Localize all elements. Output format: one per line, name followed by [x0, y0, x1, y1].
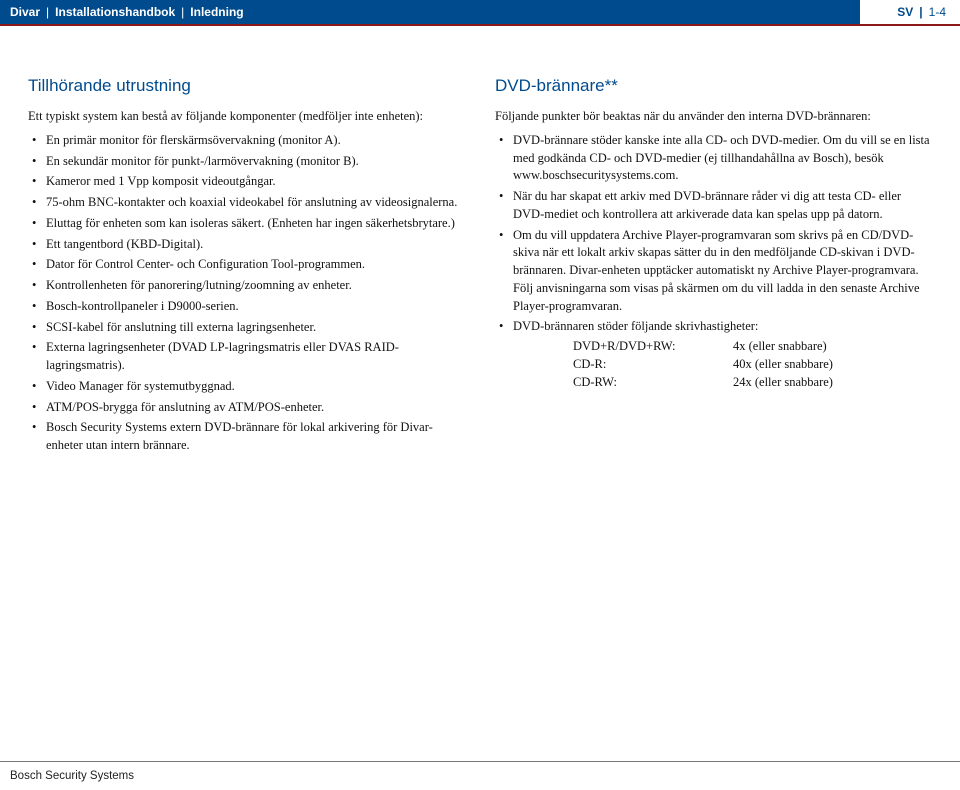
list-item-text: När du har skapat ett arkiv med DVD-brän… [513, 189, 901, 221]
list-item-text: En sekundär monitor för punkt-/larmöverv… [46, 154, 359, 168]
speed-value: 24x (eller snabbare) [733, 374, 833, 392]
list-item: När du har skapat ett arkiv med DVD-brän… [495, 188, 932, 224]
speed-row: CD-R: 40x (eller snabbare) [573, 356, 932, 374]
list-item-text: Video Manager för systemutbyggnad. [46, 379, 235, 393]
list-item-text: Om du vill uppdatera Archive Player-prog… [513, 228, 920, 313]
list-item: DVD-brännaren stöder följande skrivhasti… [495, 318, 932, 391]
list-item-text: SCSI-kabel för anslutning till externa l… [46, 320, 316, 334]
list-item-text: Dator för Control Center- och Configurat… [46, 257, 365, 271]
list-item: ATM/POS-brygga för anslutning av ATM/POS… [28, 399, 465, 417]
speed-row: DVD+R/DVD+RW: 4x (eller snabbare) [573, 338, 932, 356]
header-page-number: 1-4 [929, 5, 946, 19]
list-item-text: Bosch Security Systems extern DVD-bränna… [46, 420, 433, 452]
header-lang: SV [897, 5, 913, 19]
speed-label: DVD+R/DVD+RW: [573, 338, 703, 356]
list-item-text: Eluttag för enheten som kan isoleras säk… [46, 216, 455, 230]
list-item-text: Bosch-kontrollpaneler i D9000-serien. [46, 299, 239, 313]
list-item: Eluttag för enheten som kan isoleras säk… [28, 215, 465, 233]
list-item: Externa lagringsenheter (DVAD LP-lagring… [28, 339, 465, 375]
right-bullet-list: DVD-brännare stöder kanske inte alla CD-… [495, 132, 932, 392]
speed-table: DVD+R/DVD+RW: 4x (eller snabbare) CD-R: … [513, 338, 932, 391]
list-item: En sekundär monitor för punkt-/larmöverv… [28, 153, 465, 171]
list-item: En primär monitor för flerskärmsövervakn… [28, 132, 465, 150]
right-intro: Följande punkter bör beaktas när du anvä… [495, 108, 932, 126]
header-product: Divar [10, 5, 40, 19]
list-item: Om du vill uppdatera Archive Player-prog… [495, 227, 932, 316]
list-item: Kontrollenheten för panorering/lutning/z… [28, 277, 465, 295]
left-intro: Ett typiskt system kan bestå av följande… [28, 108, 465, 126]
list-item-text: Kontrollenheten för panorering/lutning/z… [46, 278, 352, 292]
header-breadcrumb: Divar | Installationshandbok | Inledning [0, 5, 244, 19]
list-item-text: Externa lagringsenheter (DVAD LP-lagring… [46, 340, 399, 372]
right-section-title: DVD-brännare** [495, 74, 932, 98]
speed-label: CD-R: [573, 356, 703, 374]
header-page-indicator: SV | 1-4 [860, 0, 960, 24]
left-section-title: Tillhörande utrustning [28, 74, 465, 98]
speed-label: CD-RW: [573, 374, 703, 392]
list-item: SCSI-kabel för anslutning till externa l… [28, 319, 465, 337]
footer-divider [0, 761, 960, 762]
list-item-text: En primär monitor för flerskärmsövervakn… [46, 133, 341, 147]
list-item-text: DVD-brännare stöder kanske inte alla CD-… [513, 133, 930, 183]
separator-icon: | [46, 5, 49, 19]
list-item-text: DVD-brännaren stöder följande skrivhasti… [513, 319, 758, 333]
page-body: Tillhörande utrustning Ett typiskt syste… [0, 26, 960, 458]
right-column: DVD-brännare** Följande punkter bör beak… [495, 74, 932, 458]
left-column: Tillhörande utrustning Ett typiskt syste… [28, 74, 465, 458]
list-item: Ett tangentbord (KBD-Digital). [28, 236, 465, 254]
separator-icon: | [181, 5, 184, 19]
page-header: Divar | Installationshandbok | Inledning… [0, 0, 960, 26]
left-bullet-list: En primär monitor för flerskärmsövervakn… [28, 132, 465, 455]
list-item: DVD-brännare stöder kanske inte alla CD-… [495, 132, 932, 185]
list-item: Video Manager för systemutbyggnad. [28, 378, 465, 396]
list-item: 75-ohm BNC-kontakter och koaxial videoka… [28, 194, 465, 212]
list-item-text: ATM/POS-brygga för anslutning av ATM/POS… [46, 400, 324, 414]
list-item: Bosch Security Systems extern DVD-bränna… [28, 419, 465, 455]
separator-icon: | [919, 5, 922, 19]
list-item: Dator för Control Center- och Configurat… [28, 256, 465, 274]
list-item-text: 75-ohm BNC-kontakter och koaxial videoka… [46, 195, 457, 209]
list-item: Kameror med 1 Vpp komposit videoutgångar… [28, 173, 465, 191]
header-doc: Installationshandbok [55, 5, 175, 19]
speed-row: CD-RW: 24x (eller snabbare) [573, 374, 932, 392]
list-item-text: Kameror med 1 Vpp komposit videoutgångar… [46, 174, 276, 188]
list-item-text: Ett tangentbord (KBD-Digital). [46, 237, 203, 251]
footer-text: Bosch Security Systems [10, 770, 134, 782]
list-item: Bosch-kontrollpaneler i D9000-serien. [28, 298, 465, 316]
header-section: Inledning [190, 5, 243, 19]
speed-value: 40x (eller snabbare) [733, 356, 833, 374]
speed-value: 4x (eller snabbare) [733, 338, 827, 356]
